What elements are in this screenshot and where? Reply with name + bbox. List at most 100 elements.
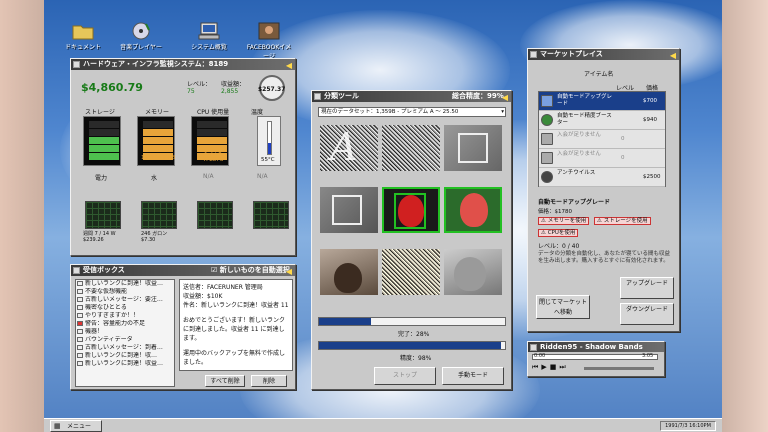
close-to-market-button[interactable]: 閉じてマーケット へ移動 [536,295,590,319]
market-item[interactable]: 自動モード精度ブースター $940 [539,111,665,130]
list-item[interactable]: やりすぎますか！！ [76,312,174,320]
marketplace-window-titlebar[interactable]: マーケットプレイス ◀ [528,49,679,60]
list-item[interactable]: 新しいランクに到達！収益… [76,280,174,288]
inbox-window-titlebar[interactable]: 受信ボックス ☑ 新しいものを自動選択 ◀ [71,265,295,276]
market-item-name: 入会が足りません [557,151,601,157]
downgrade-button[interactable]: ダウングレード [620,303,674,325]
speaker-icon[interactable]: ◀ [502,92,508,102]
music-player-titlebar[interactable]: Ridden95 - Shadow Bands [528,342,664,352]
image-tile-face-2[interactable] [444,187,502,233]
meter-cell [89,137,99,144]
list-item[interactable]: 警告：容量能力の不足 [76,320,174,328]
classifier-window: 分類ツール 総合精度：99% ◀ 現在のデータセット：1,359B - プレミアム… [311,90,512,390]
tag-memory: ⚠ メモリーを使用 [538,217,590,225]
hardware-window-titlebar[interactable]: ハードウェア・インフラ監視システム：8189 ◀ [71,59,295,70]
speaker-icon[interactable]: ◀ [670,50,676,60]
temperature-value: 55°C [261,157,275,163]
list-item[interactable]: 新しいランクに到達！収益… [76,360,174,368]
mail-icon [77,289,83,294]
next-icon[interactable]: ⏭ [559,363,568,371]
desktop-icon-system[interactable]: システム概覧 [186,22,232,51]
image-tile-blur[interactable] [444,125,502,171]
stop-icon[interactable]: ■ [550,363,560,371]
meter-cell [153,145,163,152]
list-item-label: 新しいランクに到達！収益… [85,280,164,287]
volume-slider[interactable] [584,367,654,370]
list-item[interactable]: 古新しいメッセージ：要注… [76,296,174,304]
message-from: 送信者：FACERUNER 管理局 [183,284,263,291]
na-label-2: N/A [257,173,268,180]
message-preview: 送信者：FACERUNER 管理局 収益額：$10K 件名：新しいランクに到達！… [179,279,293,371]
list-item[interactable]: 新しいランクに到達！収… [76,352,174,360]
desktop-icon-facebook-image[interactable]: FACEBOOKイメージ [246,22,292,60]
tag-cpu: ⚠ CPUを使用 [538,229,579,237]
market-item[interactable]: 入会が足りません 0 [539,149,665,168]
image-tile-photo-2[interactable] [444,249,502,295]
meter-cell [109,121,119,128]
header-item: アイテム名 [584,71,614,78]
inbox-list[interactable]: 新しいランクに到達！収益… 不要な仮想機能 古新しいメッセージ：要注… 機密なひととる… [75,279,175,387]
list-item-label: 古新しいメッセージ：到着… [85,344,163,351]
na-graph-2 [253,201,289,229]
windows-logo-icon: ▦ [54,422,61,430]
image-tile-noise[interactable] [382,125,440,171]
image-tile-crowd[interactable] [382,249,440,295]
list-item[interactable]: 不要な仮想機能 [76,288,174,296]
list-item[interactable]: 機器！ [76,328,174,336]
market-item[interactable]: 入会が足りません 0 [539,130,665,149]
marketplace-list[interactable]: 自動モードアップグレード $700 自動モード精度ブースター $940 入会が足りません… [538,91,666,187]
meter-cell [217,137,227,144]
meter-cell [217,129,227,136]
list-item-label: バウンティデータ [85,336,133,343]
image-tile-photo-1[interactable] [320,249,378,295]
market-item-level: 0 [621,136,625,142]
market-item-price: $940 [643,117,657,123]
track-seek-bar[interactable] [532,354,658,360]
delete-all-button[interactable]: すべて削除 [205,375,245,387]
letter-glyph-icon: A [330,125,358,169]
play-icon[interactable]: ▶ [541,363,549,371]
classifier-window-titlebar[interactable]: 分類ツール 総合精度：99% ◀ [312,91,511,102]
image-tile-letter[interactable]: A [320,125,378,171]
auto-select-checkbox[interactable]: ☑ 新しいものを自動選択 [211,265,290,276]
meter-cell [163,129,173,136]
power-graph [85,201,121,229]
lock-icon [541,133,553,145]
image-tile-face-1[interactable] [382,187,440,233]
desktop-icon-documents[interactable]: ドキュメント [60,22,106,51]
market-item[interactable]: アンチウイルス $2500 [539,168,665,187]
list-item[interactable]: バウンティデータ [76,336,174,344]
message-body: おめでとうございます！新しいランクに到達しました。収益者 11 に到達します。 [183,317,286,342]
marketplace-window: マーケットプレイス ◀ アイテム名 レベル 価格 自動モードアップグレード $700… [527,48,680,332]
dataset-select[interactable]: 現在のデータセット：1,359B - プレミアム A ～ 25.50 ▾ [318,107,506,117]
power-label: 電力 [95,175,108,182]
time-start: 0:00 [534,353,546,359]
image-tile-box[interactable] [320,187,378,233]
monitor-bezel-left [0,0,44,432]
market-item[interactable]: 自動モードアップグレード $700 [539,92,665,111]
power-value: 週間 7 / 14 W $239.26 [83,231,116,243]
mail-icon [77,337,83,342]
mail-icon [77,361,83,366]
meter-cell [99,137,109,144]
mail-icon [77,297,83,302]
list-item[interactable]: 古新しいメッセージ：到着… [76,344,174,352]
meter-cell [207,121,217,128]
na-graph-1 [197,201,233,229]
speaker-icon[interactable]: ◀ [286,266,292,276]
speaker-icon[interactable]: ◀ [286,60,292,70]
meter-cell [99,145,109,152]
list-item[interactable]: 機密なひととる [76,304,174,312]
system-clock: 1991/7/3 16:10PM [660,421,716,431]
delete-button[interactable]: 削除 [251,375,287,387]
stop-button[interactable]: ストップ [374,367,436,385]
detail-description: データの分類を自動化し、あなたが寝ている間も収益を生み出します。購入するとすぐに… [538,251,671,264]
start-menu-button[interactable]: ▦ メニュー [50,420,102,432]
music-icon [530,344,537,351]
meter-cell [143,145,153,152]
desktop-icon-music-player[interactable]: 音楽プレイヤー [118,22,164,51]
manual-mode-button[interactable]: 手動モード [442,367,504,385]
storage-label: ストレージ [85,109,115,116]
upgrade-button[interactable]: アップグレード [620,277,674,299]
previous-icon[interactable]: ⏮ [532,363,541,371]
